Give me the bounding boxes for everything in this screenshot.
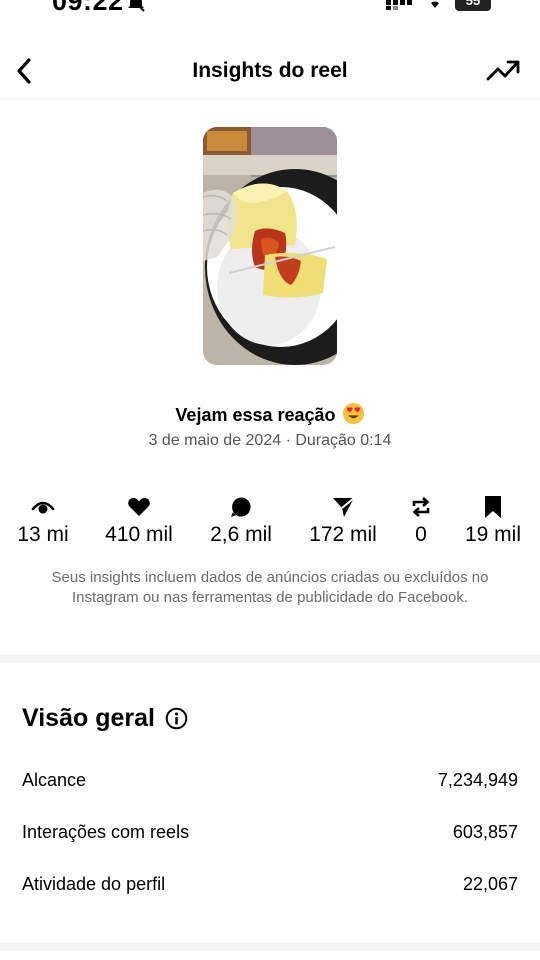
metric-shares[interactable]: 172 mil <box>304 495 382 547</box>
eye-icon <box>31 501 55 514</box>
heart-eyes-emoji-icon <box>342 402 364 425</box>
wifi-icon <box>427 0 443 8</box>
metric-views-value: 13 mi <box>17 523 69 546</box>
overview-row-value: 603,857 <box>452 821 518 842</box>
metric-likes-value: 410 mil <box>105 523 173 546</box>
insights-disclaimer: Seus insights incluem dados de anúncios … <box>51 569 489 606</box>
trending-up-icon[interactable] <box>486 58 520 84</box>
metric-reposts[interactable]: 0 <box>406 495 436 547</box>
overview-row-label: Interações com reels <box>22 821 190 842</box>
overview-row-reach[interactable]: Alcance 7,234,949 <box>22 765 518 795</box>
overview-row-value: 22,067 <box>462 873 518 894</box>
battery-icon: 55 <box>455 0 491 11</box>
metric-comments-value: 2,6 mil <box>210 523 272 546</box>
reel-date-duration: 3 de maio de 2024 · Duração 0:14 <box>148 432 392 449</box>
section-divider <box>0 943 540 951</box>
metric-saves-value: 19 mil <box>464 523 522 546</box>
reel-title: Vejam essa reação <box>0 402 540 426</box>
overview-section-title: Visão geral <box>22 704 188 733</box>
status-bar: 09:22 55 <box>0 0 540 22</box>
bookmark-icon <box>485 496 501 518</box>
heart-icon <box>128 498 150 516</box>
page-title: Insights do reel <box>192 59 348 82</box>
metric-views[interactable]: 13 mi <box>14 495 72 547</box>
overview-row-label: Atividade do perfil <box>22 873 166 894</box>
bell-muted-icon <box>128 0 145 12</box>
repost-icon <box>412 497 430 517</box>
share-icon <box>333 497 355 517</box>
header: Insights do reel <box>0 42 540 100</box>
overview-row-label: Alcance <box>22 769 87 790</box>
overview-row-profile-activity[interactable]: Atividade do perfil 22,067 <box>22 869 518 899</box>
reel-thumbnail[interactable] <box>203 127 337 365</box>
metric-comments[interactable]: 2,6 mil <box>204 495 278 547</box>
overview-row-interactions[interactable]: Interações com reels 603,857 <box>22 817 518 847</box>
metric-saves[interactable]: 19 mil <box>460 495 526 547</box>
section-divider <box>0 655 540 663</box>
metric-likes[interactable]: 410 mil <box>100 495 178 547</box>
overview-row-value: 7,234,949 <box>437 769 518 790</box>
metric-reposts-value: 0 <box>415 523 427 546</box>
comment-icon <box>231 497 251 517</box>
reel-title-text: Vejam essa reação <box>175 405 336 425</box>
reel-thumbnail-image <box>203 127 337 365</box>
signal-icon <box>386 0 412 10</box>
overview-title-text: Visão geral <box>22 704 155 732</box>
status-time: 09:22 <box>52 0 124 16</box>
info-icon[interactable] <box>165 707 188 730</box>
battery-level: 55 <box>465 0 481 8</box>
metric-shares-value: 172 mil <box>309 523 377 546</box>
